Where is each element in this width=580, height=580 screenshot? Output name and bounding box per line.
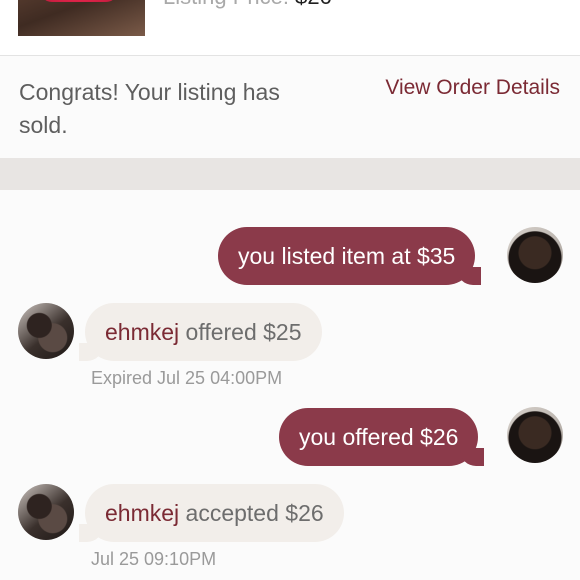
offer-expired-caption: Expired Jul 25 04:00PM xyxy=(91,368,283,388)
buyer-username[interactable]: ehmkej xyxy=(105,500,179,527)
accepted-timestamp: Jul 25 09:10PM xyxy=(91,549,217,569)
listing-summary[interactable]: Listing Price: $26 xyxy=(0,0,580,56)
message-bubble-accepted: ehmkej accepted $26 xyxy=(79,484,344,542)
message-text: you listed item at $35 xyxy=(238,242,456,269)
message-bubble-counteroffer: you offered $26 xyxy=(279,408,485,466)
section-divider xyxy=(0,158,580,190)
view-order-details-link[interactable]: View Order Details xyxy=(385,76,560,100)
sold-notice: Congrats! Your listing has sold. View Or… xyxy=(0,57,580,158)
listing-price-value: $26 xyxy=(295,0,332,9)
listing-price: Listing Price: $26 xyxy=(163,0,332,10)
listing-price-label: Listing Price: xyxy=(163,0,289,9)
sold-message: Congrats! Your listing has sold. xyxy=(19,79,280,138)
listing-item-image xyxy=(40,0,118,2)
accepted-action: accepted $26 xyxy=(185,499,324,526)
listing-thumbnail[interactable] xyxy=(18,0,145,36)
message-bubble-offer: ehmkej offered $25 xyxy=(79,303,322,361)
message-text: you offered $26 xyxy=(299,423,459,450)
buyer-avatar[interactable] xyxy=(18,303,74,359)
message-bubble-listed: you listed item at $35 xyxy=(218,227,482,285)
offer-action: offered $25 xyxy=(185,318,302,345)
buyer-username[interactable]: ehmkej xyxy=(105,319,179,346)
buyer-avatar[interactable] xyxy=(18,484,74,540)
my-avatar[interactable] xyxy=(507,227,563,283)
my-avatar[interactable] xyxy=(507,407,563,463)
